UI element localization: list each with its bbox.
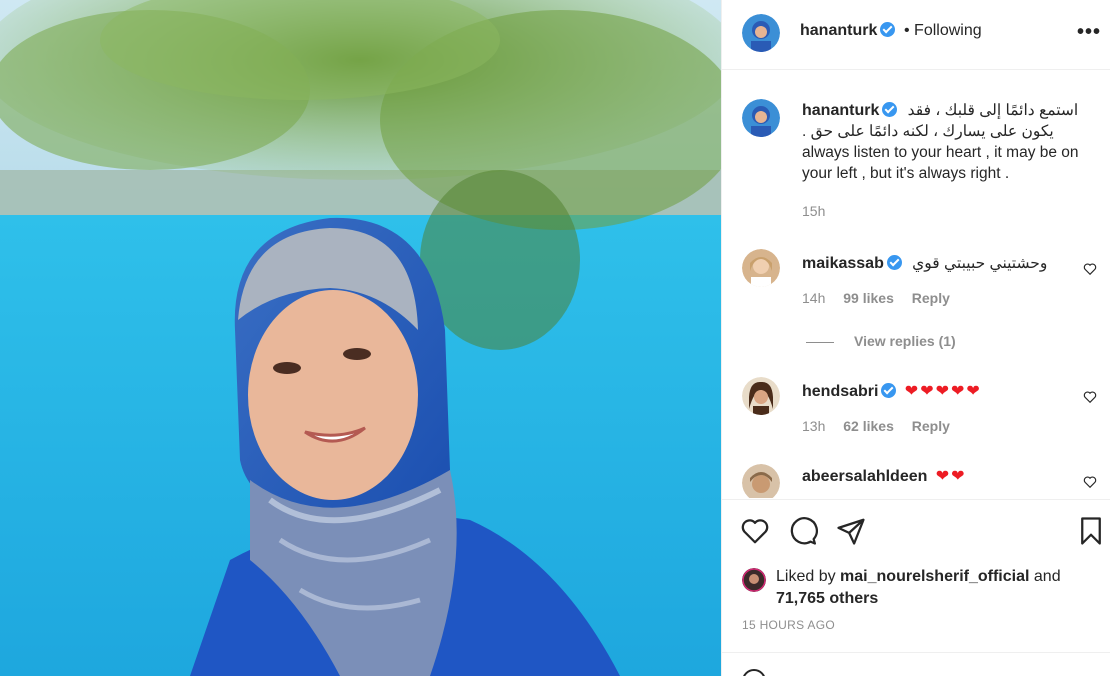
commenter-avatar[interactable] xyxy=(742,377,780,415)
comment-body: maikassab وحشتيني حبيبتي قوي xyxy=(802,253,1092,274)
commenter-avatar[interactable] xyxy=(742,249,780,287)
commenter-avatar[interactable] xyxy=(742,464,780,498)
comment-likes[interactable]: 99 likes xyxy=(843,290,894,306)
verified-badge-icon xyxy=(886,255,902,270)
commenter-username[interactable]: maikassab xyxy=(802,255,902,272)
liker-username[interactable]: mai_nourelsherif_official xyxy=(840,568,1029,585)
comment-body: abeersalahldeen ❤❤ xyxy=(802,466,1092,487)
caption-time[interactable]: 15h xyxy=(802,203,825,219)
caption-body: hananturk استمع دائمًا إلى قلبك ، فقد يك… xyxy=(802,100,1092,184)
verified-badge-icon xyxy=(881,383,897,398)
comment-icon[interactable] xyxy=(788,516,818,546)
more-options-icon[interactable]: ••• xyxy=(1077,20,1101,44)
verified-badge-icon xyxy=(880,22,896,37)
comment-meta: 14h 99 likes Reply xyxy=(802,290,964,306)
heart-icon[interactable] xyxy=(740,516,770,546)
caption-author-avatar[interactable] xyxy=(742,99,780,137)
caption-text-ar-1: استمع دائمًا إلى قلبك ، فقد xyxy=(907,102,1079,119)
comment-time[interactable]: 14h xyxy=(802,290,825,306)
view-replies-button[interactable]: View replies (1) xyxy=(806,333,956,349)
post-side-panel: hananturk • Following ••• hananturk استم… xyxy=(721,0,1110,676)
liked-by-text: Liked by mai_nourelsherif_official and 7… xyxy=(776,566,1102,610)
liked-by: Liked by mai_nourelsherif_official and 7… xyxy=(742,566,1102,610)
caption-meta: 15h xyxy=(802,203,839,219)
comment-like-heart-icon[interactable] xyxy=(1083,390,1097,404)
comment-text: ❤❤❤❤❤ xyxy=(904,383,982,400)
caption-text-en: always listen to your heart , it may be … xyxy=(802,144,1079,182)
liked-by-prefix: Liked by xyxy=(776,568,836,585)
bookmark-icon[interactable] xyxy=(1076,516,1106,546)
liked-by-and: and xyxy=(1033,568,1061,585)
comment-text: ❤❤ xyxy=(935,468,967,485)
liker-avatar[interactable] xyxy=(742,568,766,592)
share-icon[interactable] xyxy=(836,516,866,546)
comment-meta: 13h 62 likes Reply xyxy=(802,418,964,434)
post-actions-bar xyxy=(722,499,1110,559)
post-photo[interactable] xyxy=(0,0,721,676)
caption-username[interactable]: hananturk xyxy=(802,102,898,119)
comments-list[interactable]: hananturk استمع دائمًا إلى قلبك ، فقد يك… xyxy=(722,71,1110,498)
comment-body: hendsabri ❤❤❤❤❤ xyxy=(802,381,1092,402)
verified-badge-icon xyxy=(882,102,898,117)
comment-reply-button[interactable]: Reply xyxy=(912,290,950,306)
comment-text: وحشتيني حبيبتي قوي xyxy=(912,255,1048,272)
author-username[interactable]: hananturk xyxy=(800,22,896,40)
commenter-username[interactable]: hendsabri xyxy=(802,383,897,400)
post-header: hananturk • Following ••• xyxy=(722,0,1110,70)
comment-reply-button[interactable]: Reply xyxy=(912,418,950,434)
post-timestamp[interactable]: 15 HOURS AGO xyxy=(742,618,835,632)
liked-by-others-count[interactable]: 71,765 others xyxy=(776,590,878,607)
author-avatar[interactable] xyxy=(742,14,780,52)
divider-line xyxy=(806,341,834,343)
post-image xyxy=(0,0,721,676)
caption-text-ar-2: يكون على يسارك ، لكنه دائمًا على حق . xyxy=(802,123,1054,140)
comment-time[interactable]: 13h xyxy=(802,418,825,434)
following-button[interactable]: • Following xyxy=(904,22,982,40)
emoji-icon[interactable] xyxy=(742,669,766,676)
comment-like-heart-icon[interactable] xyxy=(1083,262,1097,276)
comment-likes[interactable]: 62 likes xyxy=(843,418,894,434)
comment-like-heart-icon[interactable] xyxy=(1083,475,1097,489)
add-comment-bar xyxy=(722,652,1110,676)
commenter-username[interactable]: abeersalahldeen xyxy=(802,468,927,485)
